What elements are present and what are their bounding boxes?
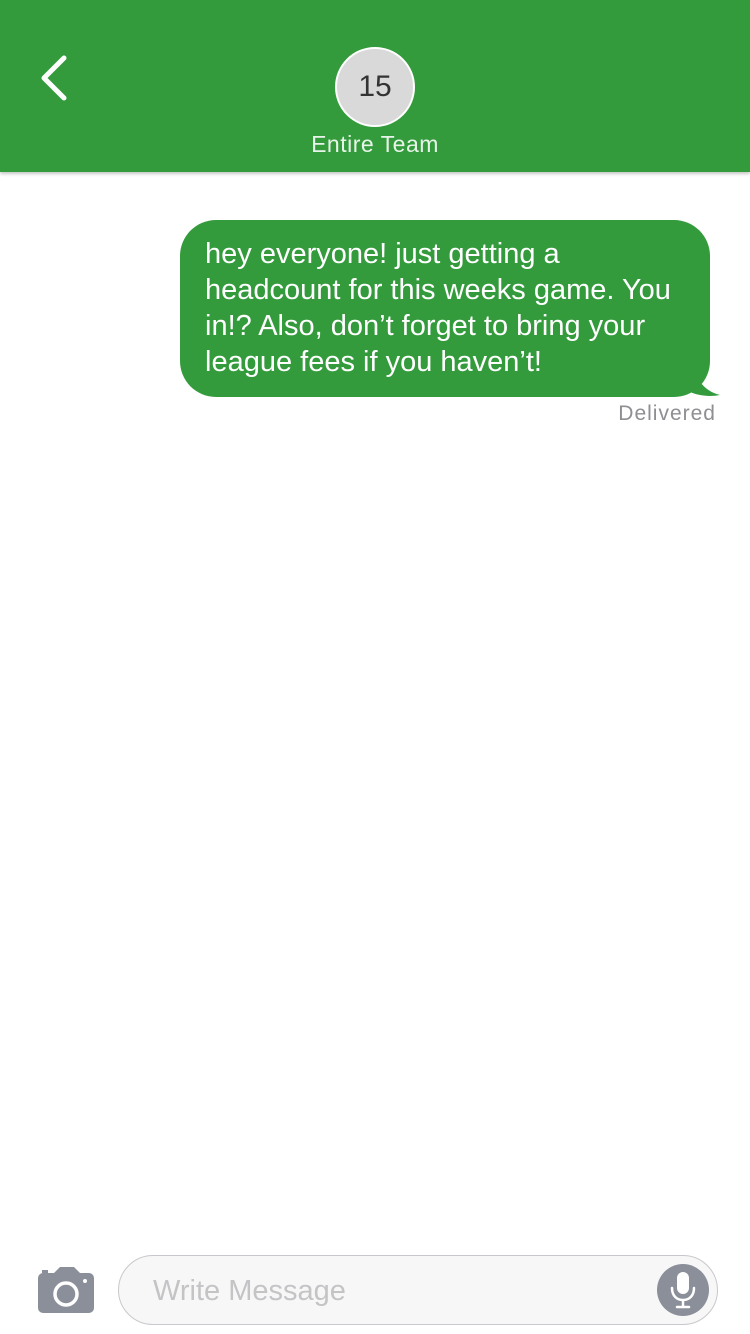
back-button[interactable] (24, 46, 88, 110)
message-input[interactable] (151, 1268, 635, 1314)
message-text: hey everyone! just getting a headcount f… (205, 238, 671, 378)
delivery-status: Delivered (618, 402, 716, 425)
chat-header: 15 Entire Team (0, 0, 750, 172)
camera-button[interactable] (36, 1266, 96, 1316)
camera-icon (38, 1267, 94, 1313)
microphone-icon (670, 1272, 696, 1309)
microphone-button[interactable] (657, 1264, 709, 1316)
group-avatar[interactable]: 15 (335, 47, 415, 127)
message-bubble-outgoing[interactable]: hey everyone! just getting a headcount f… (180, 220, 720, 397)
message-row: hey everyone! just getting a headcount f… (180, 220, 720, 397)
bubble-tail (688, 367, 720, 396)
chevron-left-icon (41, 55, 67, 101)
message-composer (118, 1255, 718, 1325)
avatar-count: 15 (358, 70, 392, 103)
group-name[interactable]: Entire Team (0, 131, 750, 158)
chat-screen: 15 Entire Team hey everyone! just gettin… (0, 0, 750, 1334)
